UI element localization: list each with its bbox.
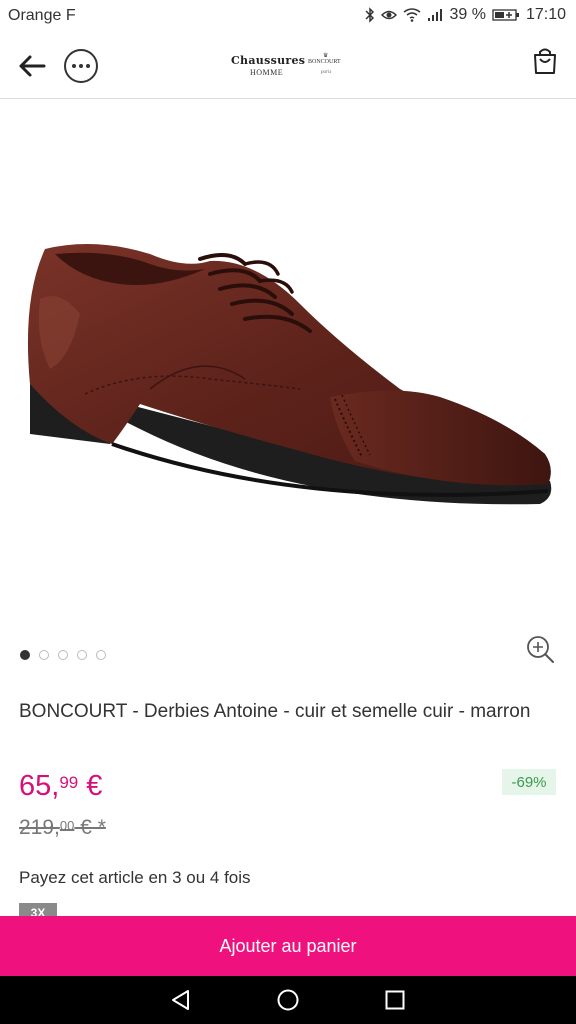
status-bar: Orange F 39 % 17:10 [0, 0, 576, 34]
price-cents: 99 [59, 773, 79, 792]
nav-back-button[interactable] [167, 986, 195, 1014]
eye-icon [381, 10, 398, 20]
old-price-main: 219, [19, 816, 60, 839]
carousel-dot[interactable] [58, 650, 68, 660]
zoom-in-icon [527, 636, 554, 663]
clock: 17:10 [525, 6, 566, 23]
carousel-dot[interactable] [39, 650, 49, 660]
status-icons: 39 % 17:10 [365, 6, 566, 24]
back-button[interactable] [14, 48, 50, 84]
wifi-icon [404, 8, 421, 22]
carrier-name: Orange F [8, 7, 76, 24]
more-dots-icon [72, 64, 76, 68]
current-price: 65,99 € [19, 770, 102, 803]
carousel-dot[interactable] [20, 650, 30, 660]
installment-text: Payez cet article en 3 ou 4 fois [19, 868, 251, 887]
battery-percent: 39 % [449, 6, 486, 23]
add-to-cart-button[interactable]: Ajouter au panier [0, 916, 576, 976]
app-header: Chaussures HOMME ♛ BONCOURT paris [0, 34, 576, 99]
cart-button[interactable] [530, 46, 560, 78]
battery-charging-icon [492, 9, 519, 21]
logo-brand: BONCOURT [308, 59, 341, 65]
product-image[interactable] [0, 99, 576, 629]
logo-tagline: paris [321, 70, 332, 75]
nav-recents-icon [385, 990, 405, 1010]
old-price: 219,00 € * [19, 816, 106, 840]
price-main: 65, [19, 770, 60, 802]
installment-3x-badge[interactable]: 3X [19, 903, 57, 916]
system-nav-bar [0, 976, 576, 1024]
nav-home-button[interactable] [274, 986, 302, 1014]
logo-line1: Chaussures [231, 54, 306, 67]
shoe-image [27, 244, 552, 505]
carousel-indicator[interactable] [20, 650, 106, 660]
logo-line2: HOMME [250, 68, 284, 77]
signal-icon [428, 9, 443, 21]
price-currency: € [78, 770, 103, 802]
nav-home-icon [277, 989, 299, 1011]
discount-badge: -69% [502, 769, 556, 795]
store-logo[interactable]: Chaussures HOMME ♛ BONCOURT paris [228, 50, 352, 84]
nav-back-icon [172, 990, 189, 1010]
installment-3x-label: 3X [30, 906, 46, 916]
crown-icon: ♛ [323, 53, 329, 59]
old-price-cents: 00 [59, 818, 75, 833]
bluetooth-icon [365, 7, 375, 23]
back-arrow-icon [19, 55, 46, 77]
more-options-button[interactable] [64, 49, 98, 83]
carousel-dot[interactable] [77, 650, 87, 660]
product-title: BONCOURT - Derbies Antoine - cuir et sem… [19, 701, 531, 722]
old-price-suffix: € * [74, 816, 106, 839]
zoom-button[interactable] [524, 633, 556, 665]
nav-recents-button[interactable] [381, 986, 409, 1014]
carousel-dot[interactable] [96, 650, 106, 660]
shopping-bag-icon [534, 48, 556, 74]
